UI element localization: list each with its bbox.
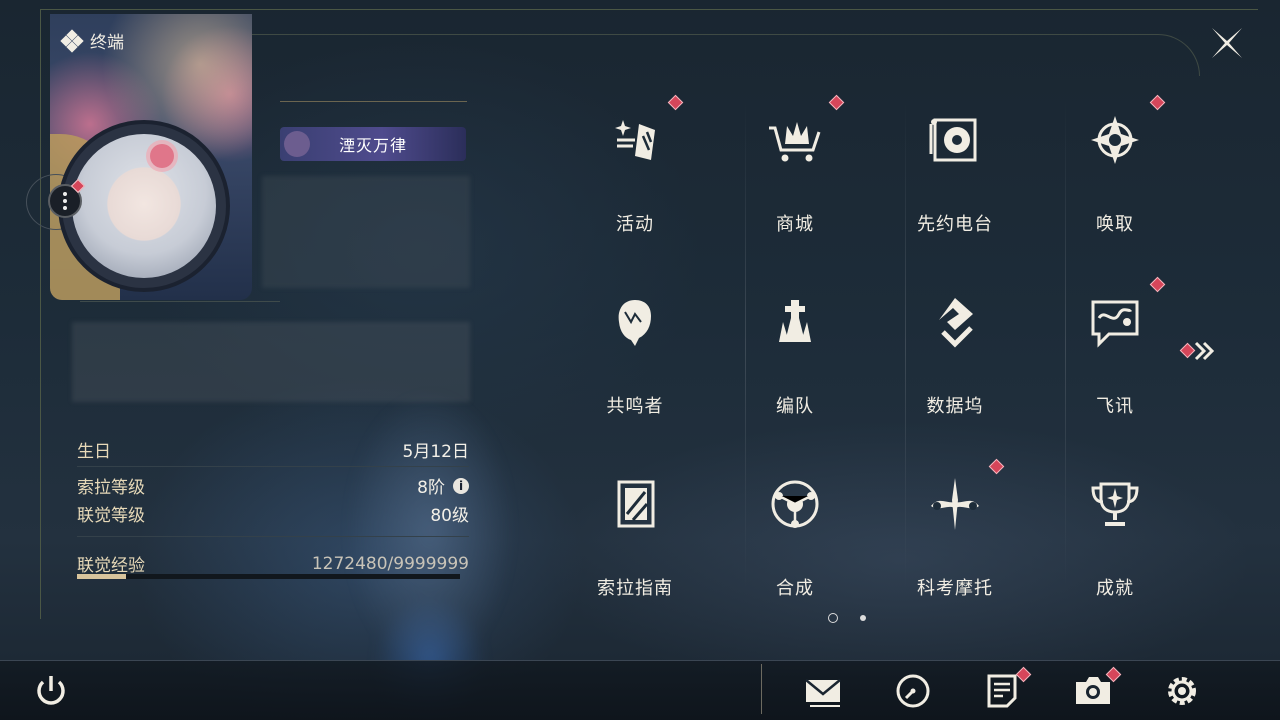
frame-border-left bbox=[40, 9, 41, 619]
resonator-head-icon bbox=[618, 300, 651, 346]
stat-union-level: 联觉等级 80级 bbox=[77, 501, 469, 526]
settings-icon[interactable] bbox=[1161, 670, 1203, 712]
stat-union-exp: 联觉经验 1272480/9999999 bbox=[77, 551, 469, 577]
next-page-chevron-icon[interactable] bbox=[1182, 340, 1222, 362]
guidebook-icon bbox=[617, 480, 655, 528]
sparkle-icon bbox=[615, 120, 655, 160]
signature-area-blurred bbox=[72, 322, 470, 402]
mail-icon[interactable] bbox=[802, 670, 844, 712]
menu-label: 共鸣者 bbox=[606, 396, 664, 417]
menu-label: 成就 bbox=[1096, 578, 1134, 599]
title-badge-text: 湮灭万律 bbox=[338, 136, 407, 155]
synthesis-icon bbox=[771, 480, 819, 528]
chess-team-icon bbox=[779, 300, 811, 342]
menu-label: 飞讯 bbox=[1096, 396, 1134, 417]
stat-label: 索拉等级 bbox=[77, 478, 145, 498]
stat-label: 生日 bbox=[77, 442, 111, 462]
radio-icon bbox=[929, 118, 977, 162]
terminal-header: 终端 bbox=[60, 28, 124, 53]
compass-star-icon bbox=[1091, 116, 1139, 164]
page-indicator-active[interactable] bbox=[828, 613, 838, 623]
stat-label: 联觉经验 bbox=[77, 556, 145, 576]
avatar-portrait bbox=[72, 134, 216, 278]
avatar-flower-ornament bbox=[150, 144, 174, 168]
menu-item-events[interactable]: 活动 bbox=[575, 102, 695, 252]
power-icon[interactable] bbox=[30, 670, 72, 712]
page-indicator[interactable] bbox=[860, 615, 866, 621]
stat-value: 8阶 bbox=[417, 478, 445, 498]
menu-item-achievements[interactable]: 成就 bbox=[1055, 466, 1175, 616]
menu-label: 活动 bbox=[616, 214, 654, 235]
stat-value: 1272480/9999999 bbox=[311, 553, 469, 574]
stat-sola-level: 索拉等级 8阶 i bbox=[77, 473, 469, 498]
terminal-diamond-icon bbox=[60, 28, 84, 53]
message-icon bbox=[1091, 300, 1139, 348]
menu-label: 商城 bbox=[776, 214, 814, 235]
card-divider bbox=[80, 301, 280, 302]
menu-item-resonators[interactable]: 共鸣者 bbox=[575, 284, 695, 434]
databank-icon bbox=[939, 298, 973, 348]
avatar[interactable] bbox=[58, 120, 230, 292]
menu-item-convene[interactable]: 唤取 bbox=[1055, 102, 1175, 252]
cart-icon bbox=[769, 122, 821, 162]
menu-item-radio[interactable]: 先约电台 bbox=[895, 102, 1015, 252]
menu-label: 先约电台 bbox=[917, 214, 993, 235]
menu-item-guidebook[interactable]: 索拉指南 bbox=[575, 466, 695, 616]
menu-item-shop[interactable]: 商城 bbox=[735, 102, 855, 252]
menu-label: 编队 bbox=[776, 396, 814, 417]
menu-item-synthesis[interactable]: 合成 bbox=[735, 466, 855, 616]
name-area-blurred bbox=[262, 176, 470, 288]
menu-label: 唤取 bbox=[1096, 214, 1134, 235]
menu-label: 合成 bbox=[776, 578, 814, 599]
stat-birthday: 生日 5月12日 bbox=[77, 437, 469, 462]
frame-border-top bbox=[40, 9, 1258, 10]
badge-top-line bbox=[280, 101, 467, 102]
stat-divider bbox=[77, 536, 469, 537]
trophy-icon bbox=[1091, 482, 1139, 526]
close-icon[interactable] bbox=[1208, 24, 1246, 62]
menu-label: 索拉指南 bbox=[597, 578, 673, 599]
motorbike-icon bbox=[931, 478, 979, 530]
terminal-title: 终端 bbox=[90, 33, 124, 53]
title-badge[interactable]: 湮灭万律 bbox=[280, 127, 466, 161]
stat-value: 5月12日 bbox=[402, 442, 469, 462]
bottom-bar-divider bbox=[761, 664, 762, 714]
frame-header-curve bbox=[250, 34, 1200, 76]
menu-label: 数据坞 bbox=[926, 396, 984, 417]
stat-value: 80级 bbox=[430, 506, 469, 526]
menu-item-team[interactable]: 编队 bbox=[735, 284, 855, 434]
menu-label: 科考摩托 bbox=[917, 578, 993, 599]
menu-item-messages[interactable]: 飞讯 bbox=[1055, 284, 1175, 434]
stat-divider bbox=[77, 466, 469, 467]
info-icon[interactable]: i bbox=[453, 477, 469, 494]
exp-progress-bar bbox=[77, 574, 460, 579]
stat-label: 联觉等级 bbox=[77, 506, 145, 526]
badge-emblem-icon bbox=[284, 131, 310, 157]
clock-icon[interactable] bbox=[892, 670, 934, 712]
exp-progress-fill bbox=[77, 574, 126, 579]
menu-item-databank[interactable]: 数据坞 bbox=[895, 284, 1015, 434]
menu-item-motorbike[interactable]: 科考摩托 bbox=[895, 466, 1015, 616]
